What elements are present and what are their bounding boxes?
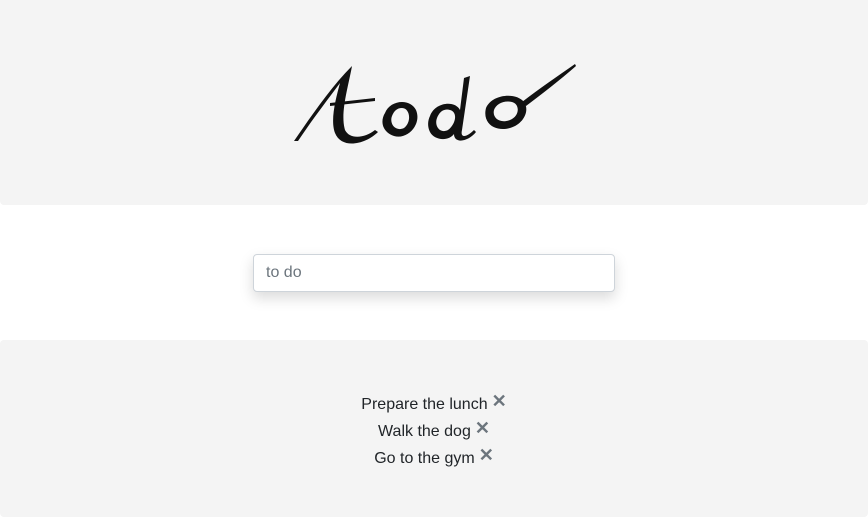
header — [0, 0, 868, 205]
todo-item-label: Prepare the lunch — [361, 396, 488, 413]
close-icon[interactable]: ✕ — [475, 417, 490, 439]
todo-input-wrapper — [253, 254, 615, 292]
todo-item: Go to the gym ✕ — [0, 444, 868, 471]
todo-input[interactable] — [253, 254, 615, 292]
close-icon[interactable]: ✕ — [479, 444, 494, 466]
todo-list-panel: Prepare the lunch ✕ Walk the dog ✕ Go to t… — [0, 340, 868, 517]
todo-logo — [294, 64, 576, 144]
todo-list: Prepare the lunch ✕ Walk the dog ✕ Go to t… — [0, 390, 868, 471]
todo-item: Prepare the lunch ✕ — [0, 390, 868, 417]
todo-item-label: Go to the gym — [374, 450, 475, 467]
todo-item-label: Walk the dog — [378, 423, 471, 440]
close-icon[interactable]: ✕ — [492, 390, 507, 412]
todo-item: Walk the dog ✕ — [0, 417, 868, 444]
